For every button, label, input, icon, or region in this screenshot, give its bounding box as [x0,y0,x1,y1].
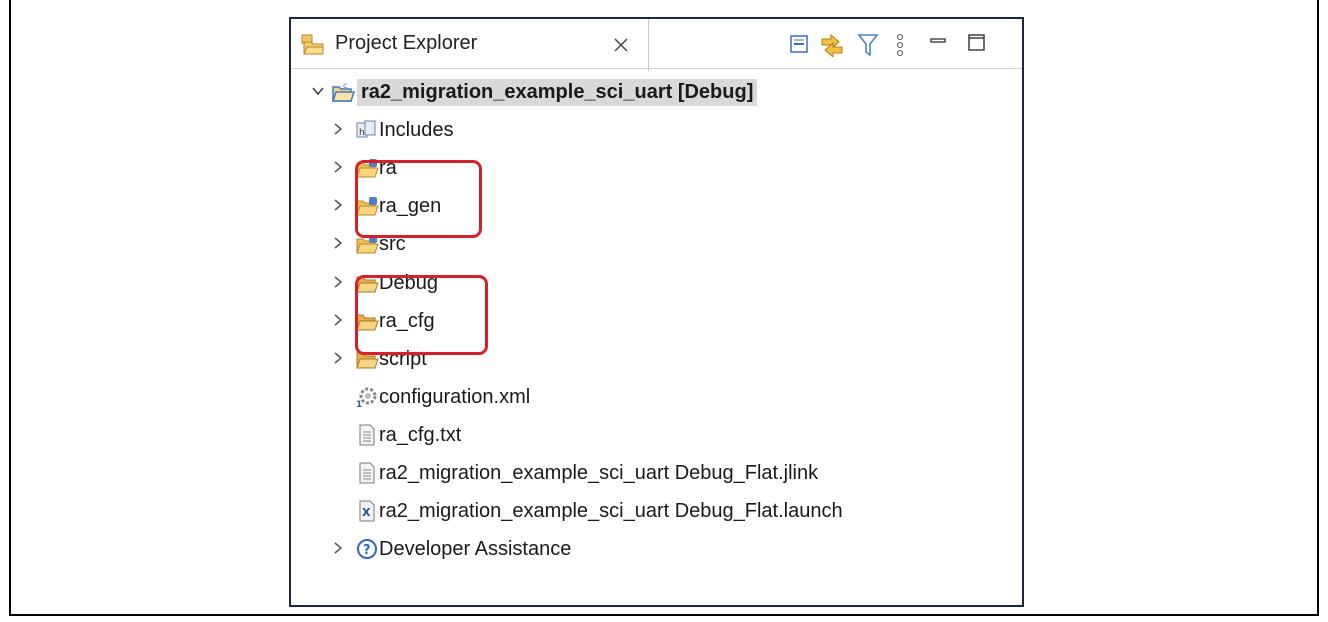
chevron-right-icon[interactable] [331,198,345,212]
highlight-box-output-folders [355,275,488,355]
project-explorer-panel: Project Explorer c ra2_migration_example… [289,17,1024,607]
svg-text:X: X [362,506,371,519]
svg-text:?: ? [363,543,371,558]
tree-item-label: ra2_migration_example_sci_uart Debug_Fla… [379,500,843,522]
project-name: ra2_migration_example_sci_uart [Debug] [357,79,758,106]
collapse-all-icon[interactable] [788,33,810,55]
view-tab-bar: Project Explorer [291,19,1022,71]
svg-text:c: c [343,81,347,90]
minimize-icon[interactable] [928,33,948,53]
tab-divider [291,68,1022,69]
chevron-right-icon[interactable] [331,236,345,250]
link-with-editor-icon[interactable] [819,33,845,57]
chevron-right-icon[interactable] [331,275,345,289]
maximize-icon[interactable] [967,33,987,53]
tab-label: Project Explorer [335,32,478,54]
help-icon: ? [357,539,377,559]
highlight-box-source-folders [355,160,482,238]
view-menu-icon[interactable] [895,33,905,59]
text-file-icon [359,462,375,484]
tree-root[interactable]: c ra2_migration_example_sci_uart [Debug] [291,73,1022,111]
svg-text:1: 1 [356,400,362,408]
text-file-icon [359,424,375,446]
svg-text:h: h [359,128,365,138]
tree-item-label: configuration.xml [379,386,531,408]
project-folder-icon: c [331,81,355,102]
chevron-right-icon[interactable] [331,313,345,327]
chevron-down-icon[interactable] [311,84,325,98]
filter-icon[interactable] [857,33,879,57]
close-icon[interactable] [612,36,630,54]
tree-item-ra-cfg-txt[interactable]: ra_cfg.txt [291,416,1022,454]
tree-item-label: Includes [379,119,454,141]
tree-item-developer-assistance[interactable]: ? Developer Assistance [291,530,1022,568]
chevron-right-icon[interactable] [331,541,345,555]
tree-item-includes[interactable]: h Includes [291,111,1022,149]
tree-item-label: ra_cfg.txt [379,424,462,446]
tree-item-launch-file[interactable]: X ra2_migration_example_sci_uart Debug_F… [291,492,1022,530]
chevron-right-icon[interactable] [331,351,345,365]
chevron-right-icon[interactable] [331,160,345,174]
tree-item-label: Developer Assistance [379,538,572,560]
tree-item-label: ra2_migration_example_sci_uart Debug_Fla… [379,462,819,484]
includes-icon: h [356,120,376,138]
tab-project-explorer[interactable]: Project Explorer [291,19,649,71]
project-explorer-icon [301,34,324,55]
tree-item-jlink-file[interactable]: ra2_migration_example_sci_uart Debug_Fla… [291,454,1022,492]
tree-item-configuration-xml[interactable]: 1 configuration.xml [291,378,1022,416]
chevron-right-icon[interactable] [331,122,345,136]
config-gear-icon: 1 [356,387,377,408]
launch-file-icon: X [359,500,375,522]
